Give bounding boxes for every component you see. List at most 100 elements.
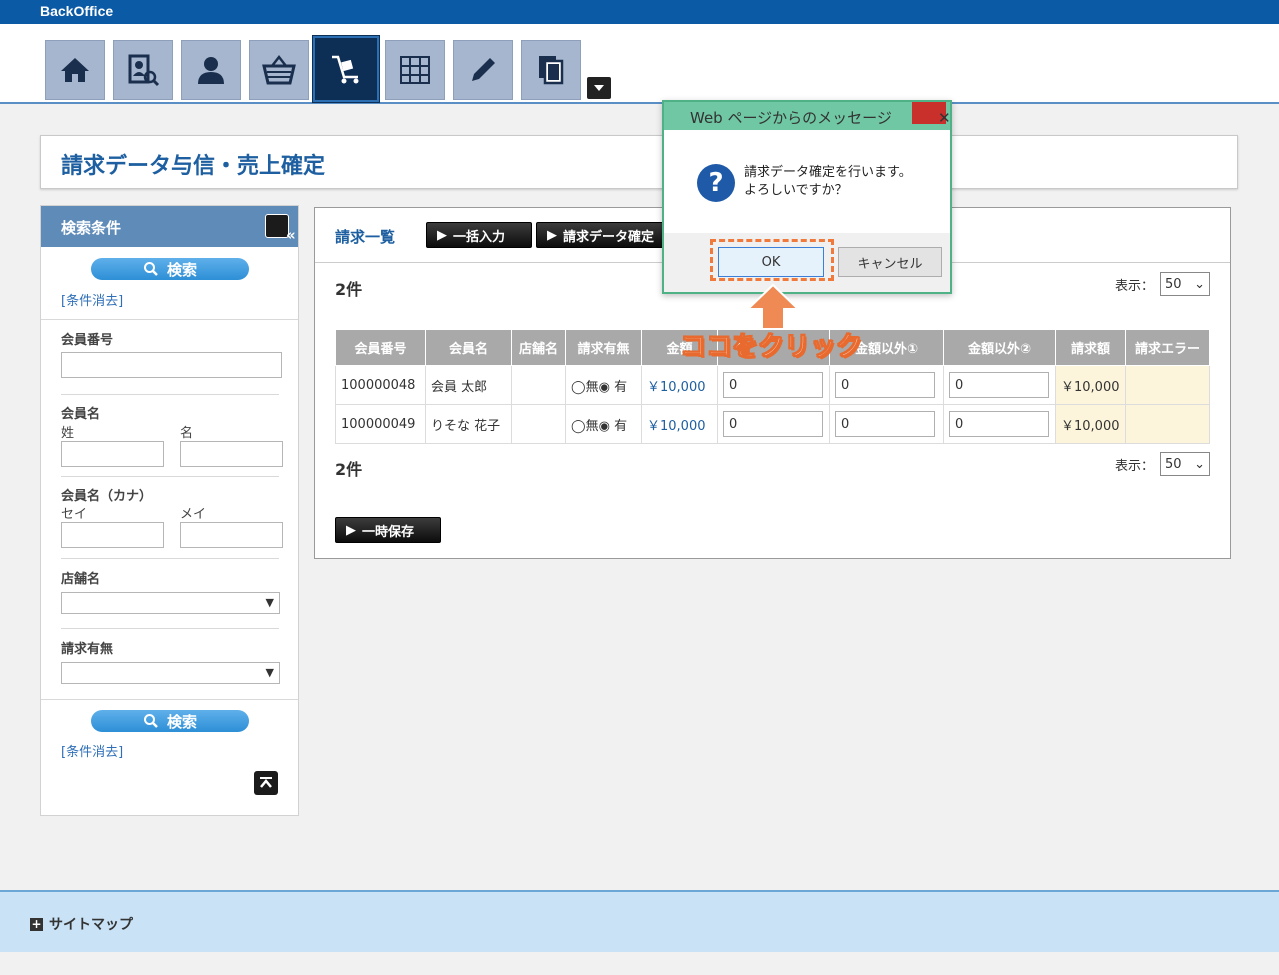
question-icon: ? (697, 164, 735, 202)
member-name-cell: 会員 太郎 (425, 365, 512, 405)
display-count-bottom: 表示： 50 ⌄ (1115, 452, 1210, 476)
search-button-label: 検索 (166, 712, 197, 731)
collapse-sidebar-button[interactable]: « (265, 214, 296, 244)
nav-user-button[interactable] (181, 40, 241, 100)
result-count-top: 2件 (335, 280, 363, 299)
nav-documents-button[interactable] (521, 40, 581, 100)
search-sidebar: 検索条件 « 検索 [条件消去] 会員番号 会員名 姓 名 会員名（カナ） セイ… (40, 205, 299, 816)
page-title: 請求データ与信・売上確定 (61, 154, 326, 179)
divider (61, 558, 279, 559)
billing-error-cell (1125, 404, 1210, 444)
sidebar-header: 検索条件 « (41, 206, 298, 247)
pencil-icon (472, 58, 495, 81)
other1-input[interactable]: 0 (835, 372, 935, 398)
radio-none-label: 無 (585, 379, 599, 395)
user-icon (198, 57, 224, 84)
nav-grid-button[interactable] (385, 40, 445, 100)
nav-member-search-button[interactable] (113, 40, 173, 100)
last-kana-input[interactable] (61, 522, 164, 548)
display-label: 表示： (1114, 278, 1154, 294)
member-no-cell: 100000048 (335, 365, 426, 405)
amount-input[interactable]: 0 (723, 372, 823, 398)
dialog-close-button[interactable]: ✕ (912, 102, 951, 127)
search-button-top[interactable]: 検索 (91, 258, 249, 280)
page-title-box: 請求データ与信・売上確定 (40, 135, 1238, 189)
divider (61, 476, 279, 477)
nav-edit-button[interactable] (453, 40, 513, 100)
divider (41, 699, 298, 700)
display-count-select[interactable]: 50 ⌄ (1160, 272, 1210, 296)
confirm-billing-button[interactable]: ▶ 請求データ確定 (536, 222, 666, 248)
other2-input[interactable]: 0 (949, 372, 1049, 398)
nav-cart-button[interactable] (312, 35, 380, 103)
annotation-label: ココをクリック (679, 332, 863, 363)
cancel-button[interactable]: キャンセル (838, 247, 942, 277)
radio-none[interactable]: ◯ (571, 380, 586, 395)
column-header: 店舗名 (511, 329, 566, 366)
sidebar-title: 検索条件 (61, 219, 122, 237)
display-count-select[interactable]: 50 ⌄ (1160, 452, 1210, 476)
double-chevron-left-icon: « (286, 226, 296, 244)
cart-icon (332, 55, 359, 84)
bulk-input-button[interactable]: ▶ 一括入力 (426, 222, 532, 248)
billing-label: 請求有無 (61, 642, 114, 657)
first-name-input[interactable] (180, 441, 283, 467)
scroll-top-button[interactable] (254, 771, 278, 795)
radio-yes[interactable]: ◉ (599, 419, 610, 434)
divider (61, 628, 279, 629)
billing-error-cell (1125, 365, 1210, 405)
basket-icon (262, 54, 296, 85)
input-cell: 0 (829, 404, 944, 444)
last-name-input[interactable] (61, 441, 164, 467)
store-select[interactable]: ▼ (61, 592, 280, 614)
annotation-arrow-icon (746, 283, 800, 330)
sitemap-toggle[interactable]: + サイトマップ (30, 914, 133, 934)
column-header: 会員番号 (335, 329, 426, 366)
dialog-message-line: よろしいですか？ (744, 183, 848, 198)
column-header: 請求有無 (565, 329, 642, 366)
amount-input[interactable]: 0 (723, 411, 823, 437)
amount-cell: ￥10,000 (641, 365, 718, 405)
grid-icon (400, 56, 430, 84)
nav-more-button[interactable] (587, 77, 611, 99)
column-header: 会員名 (425, 329, 512, 366)
last-kana-label: セイ (61, 507, 88, 522)
brand-logo: BackOffice (40, 3, 114, 19)
amount-cell: ￥10,000 (641, 404, 718, 444)
display-count-value: 50 (1165, 456, 1182, 472)
divider (41, 319, 298, 320)
table-row: 100000048 会員 太郎 ◯無◉ 有 ￥10,000 0 0 0 ￥10,… (335, 365, 1210, 405)
other2-input[interactable]: 0 (949, 411, 1049, 437)
radio-yes[interactable]: ◉ (599, 380, 610, 395)
ok-button[interactable]: OK (718, 247, 824, 277)
footer: + サイトマップ (0, 890, 1279, 952)
scroll-top-icon (260, 777, 272, 788)
billing-select[interactable]: ▼ (61, 662, 280, 684)
first-kana-input[interactable] (180, 522, 283, 548)
billed-amount-cell: ￥10,000 (1055, 365, 1126, 405)
home-icon (61, 58, 89, 82)
search-icon (143, 262, 158, 276)
display-count-value: 50 (1165, 276, 1182, 292)
nav-basket-button[interactable] (249, 40, 309, 100)
close-icon: ✕ (938, 109, 951, 127)
store-cell (511, 404, 566, 444)
nav-home-button[interactable] (45, 40, 105, 100)
dialog-message-line: 請求データ確定を行います。 (744, 165, 912, 180)
clear-conditions-link-bottom[interactable]: [条件消去] (61, 741, 123, 760)
radio-none[interactable]: ◯ (571, 419, 586, 434)
member-no-input[interactable] (61, 352, 282, 378)
member-kana-label: 会員名（カナ） (61, 489, 153, 504)
panel-title: 請求一覧 (335, 228, 396, 246)
input-cell: 0 (717, 365, 830, 405)
confirm-dialog: Web ページからのメッセージ ✕ ? 請求データ確定を行います。 よろしいです… (662, 100, 952, 294)
member-name-cell: りそな 花子 (425, 404, 512, 444)
result-count-bottom: 2件 (335, 460, 363, 479)
clear-conditions-link-top[interactable]: [条件消去] (61, 290, 123, 309)
billing-radio-cell: ◯無◉ 有 (565, 365, 642, 405)
temp-save-button[interactable]: ▶ 一時保存 (335, 517, 441, 543)
chevron-down-icon: ⌄ (1194, 456, 1205, 472)
other1-input[interactable]: 0 (835, 411, 935, 437)
search-button-bottom[interactable]: 検索 (91, 710, 249, 732)
billing-radio-cell: ◯無◉ 有 (565, 404, 642, 444)
